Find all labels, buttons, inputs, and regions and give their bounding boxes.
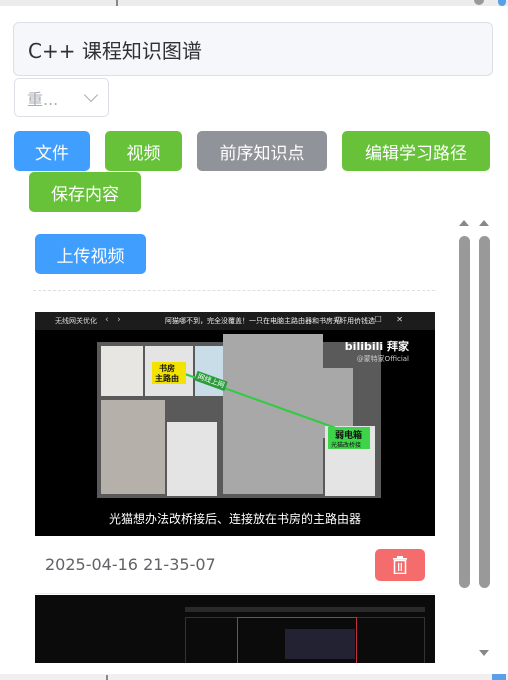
top-window-edge (0, 0, 508, 6)
label-main-router: 主路由 (155, 374, 179, 383)
trash-icon (393, 555, 407, 574)
scroll-down-arrow[interactable] (479, 650, 489, 656)
label-box-bridge: 光猫改桥接 (331, 442, 362, 449)
course-title-field[interactable]: C++ 课程知识图谱 (13, 22, 493, 76)
node-select[interactable]: 重... (14, 78, 109, 117)
scroll-up-arrow-outer[interactable] (479, 220, 489, 226)
delete-video-button[interactable] (375, 548, 425, 581)
file-button[interactable]: 文件 (14, 131, 90, 171)
scrollbar-thumb-outer[interactable] (479, 236, 490, 588)
scroll-up-arrow[interactable] (459, 220, 469, 226)
node-select-value: 重... (27, 89, 59, 109)
video-card: 无线网关优化 ‹ › 阿猫哪不到，完全没覆盖！一只在电脑主路由器和书房光纤用价钱… (35, 312, 435, 594)
video-list-panel[interactable]: 上传视频 无线网关优化 ‹ › 阿猫哪不到，完全没覆盖！一只在电脑主路由器和书房… (33, 222, 463, 663)
edit-learning-path-button[interactable]: 编辑学习路径 (342, 131, 490, 171)
logo-text: bilibili 拜家 (344, 340, 409, 353)
video-card-footer: 2025-04-16 21-35-07 (35, 536, 435, 594)
video-card-2 (35, 595, 435, 663)
video-button[interactable]: 视频 (105, 131, 182, 171)
save-content-button[interactable]: 保存内容 (29, 172, 141, 212)
bottom-window-edge (0, 674, 508, 680)
scrollbar-thumb[interactable] (459, 236, 470, 588)
divider (33, 290, 435, 291)
logo-subtext: @蒙特家Official (356, 355, 409, 363)
video-thumbnail[interactable]: 无线网关优化 ‹ › 阿猫哪不到，完全没覆盖！一只在电脑主路由器和书房光纤用价钱… (35, 312, 435, 536)
course-title-text: C++ 课程知识图谱 (28, 38, 202, 63)
prerequisite-button[interactable]: 前序知识点 (197, 131, 327, 171)
upload-video-button[interactable]: 上传视频 (35, 234, 146, 274)
chevron-down-icon (83, 87, 99, 103)
video-caption: 光猫想办法改桥接后、连接放在书房的主路由器 (108, 512, 361, 526)
video-thumbnail-2[interactable] (35, 595, 435, 663)
bilibili-logo: bilibili 拜家 @蒙特家Official (345, 338, 409, 364)
video-date: 2025-04-16 21-35-07 (45, 555, 216, 574)
